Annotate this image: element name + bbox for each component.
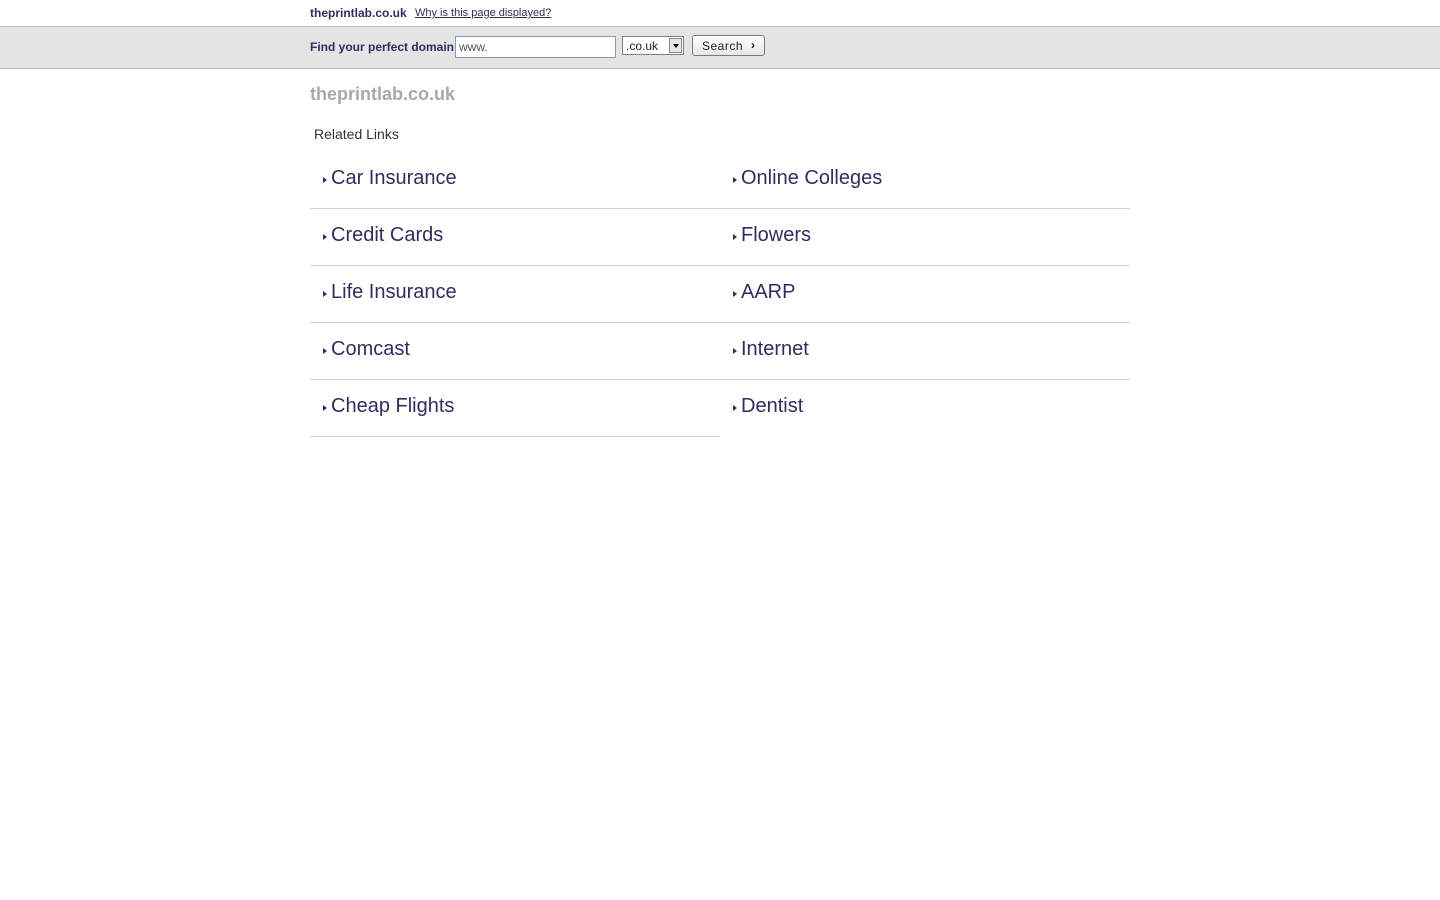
related-link-internet[interactable]: Internet [720, 323, 1130, 380]
chevron-down-icon [673, 44, 679, 48]
related-link-comcast[interactable]: Comcast [310, 323, 720, 380]
top-bar: theprintlab.co.uk Why is this page displ… [0, 0, 1440, 27]
related-link-credit-cards[interactable]: Credit Cards [310, 209, 720, 266]
related-link-dentist[interactable]: Dentist [720, 380, 1130, 436]
related-link-online-colleges[interactable]: Online Colleges [720, 152, 1130, 209]
related-link-label: Internet [741, 338, 809, 360]
related-link-label: Dentist [741, 395, 804, 417]
triangle-right-icon [733, 177, 737, 183]
why-displayed-link[interactable]: Why is this page displayed? [415, 7, 551, 19]
domain-input[interactable] [455, 36, 616, 58]
related-link-flowers[interactable]: Flowers [720, 209, 1130, 266]
triangle-right-icon [733, 348, 737, 354]
triangle-right-icon [323, 348, 327, 354]
tld-dropdown[interactable]: .co.uk [622, 36, 684, 55]
domain-title: theprintlab.co.uk [310, 84, 456, 104]
related-link-label: Comcast [331, 338, 410, 360]
related-link-label: Car Insurance [331, 167, 457, 189]
triangle-right-icon [323, 234, 327, 240]
domain-search-bar: Find your perfect domain .co.uk Search › [0, 27, 1440, 69]
triangle-right-icon [323, 177, 327, 183]
related-link-aarp[interactable]: AARP [720, 266, 1130, 323]
triangle-right-icon [733, 234, 737, 240]
related-link-life-insurance[interactable]: Life Insurance [310, 266, 720, 323]
related-link-label: AARP [741, 281, 796, 303]
related-link-car-insurance[interactable]: Car Insurance [310, 152, 720, 209]
related-link-label: Credit Cards [331, 224, 444, 246]
related-link-label: Life Insurance [331, 281, 457, 303]
triangle-right-icon [323, 291, 327, 297]
site-name: theprintlab.co.uk [310, 6, 407, 20]
related-link-label: Online Colleges [741, 167, 883, 189]
search-label: Find your perfect domain [310, 40, 455, 54]
search-button[interactable]: Search › [692, 35, 765, 56]
triangle-right-icon [733, 405, 737, 411]
triangle-right-icon [733, 291, 737, 297]
chevron-right-icon: › [751, 38, 755, 52]
dropdown-arrow-button[interactable] [669, 38, 682, 53]
triangle-right-icon [323, 405, 327, 411]
related-link-label: Cheap Flights [331, 395, 455, 417]
related-link-cheap-flights[interactable]: Cheap Flights [310, 380, 720, 437]
search-button-label: Search [702, 39, 744, 53]
tld-selected-value: .co.uk [626, 39, 659, 53]
related-links-title: Related Links [314, 126, 399, 142]
related-link-label: Flowers [741, 224, 812, 246]
